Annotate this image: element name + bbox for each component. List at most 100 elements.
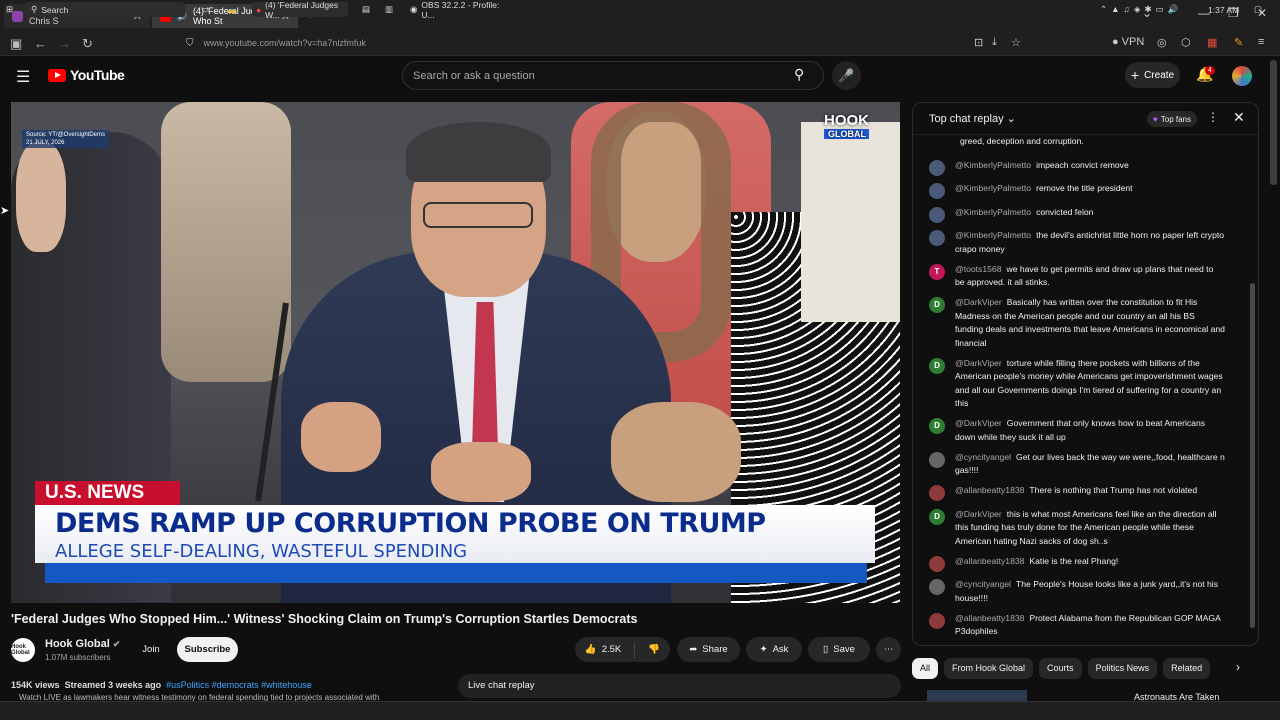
chat-message[interactable]: D @DarkViper torture while filling there p… <box>913 357 1248 411</box>
file-explorer-icon[interactable]: ▬ <box>228 2 237 17</box>
extensions-icon[interactable]: ⬡ <box>1181 36 1191 49</box>
chat-author-name[interactable]: @DarkViper <box>955 509 1002 519</box>
chat-message[interactable]: D @DarkViper Basically has written over th… <box>913 296 1248 350</box>
channel-name[interactable]: Hook Global ✔ <box>45 638 120 650</box>
taskbar-search[interactable]: ⚲ Search <box>25 2 185 17</box>
chat-message[interactable]: @allanbeatty1838 There is nothing that Tr… <box>913 484 1248 501</box>
notifications-icon[interactable]: ▢ <box>1254 2 1262 17</box>
chat-message[interactable]: @KimberlyPalmetto remove the title presid… <box>913 182 1248 199</box>
chat-message[interactable]: C@celestialrose-y1mthat ballroom is for … <box>913 645 1248 646</box>
video-player[interactable]: Source: YT/@OversightDems 21 JULY, 2026 … <box>11 102 900 603</box>
chat-author-avatar[interactable] <box>929 579 945 595</box>
taskbar-app-icon-2[interactable]: ▥ <box>385 2 393 17</box>
filter-chip[interactable]: All <box>912 657 939 679</box>
taskbar-clock[interactable]: 1:37 AM <box>1208 2 1239 17</box>
back-icon[interactable]: ← <box>34 36 47 51</box>
bookmark-star-icon[interactable]: ☆ <box>1011 36 1021 49</box>
windows-start-icon[interactable]: ⊞ <box>6 2 13 17</box>
close-icon[interactable]: ✕ <box>1233 109 1245 126</box>
filter-chip[interactable]: Related <box>1163 657 1211 679</box>
search-icon[interactable]: ⚲ <box>794 66 804 83</box>
chat-author-avatar[interactable]: D <box>929 418 945 434</box>
gift-icon[interactable]: ▦ <box>1207 36 1217 49</box>
filter-chip[interactable]: Courts <box>1039 657 1082 679</box>
like-dislike-group[interactable]: 👍 2.5K 👎 <box>575 637 670 662</box>
ask-button[interactable]: ✦ Ask <box>746 637 802 662</box>
url-field[interactable]: ⛉ www.youtube.com/watch?v=ha7nlzfmfuk <box>178 33 1028 53</box>
browser-menu-icon[interactable]: ≡ <box>1258 36 1264 48</box>
taskbar-app-icon[interactable]: ▤ <box>362 2 370 17</box>
chat-message[interactable]: D @DarkViper Government that only knows ho… <box>913 417 1248 444</box>
hashtags[interactable]: #usPolitics #democrats #whitehouse <box>166 680 312 690</box>
chat-mode-dropdown[interactable]: Top chat replay ⌄ <box>929 112 1016 125</box>
description-meta[interactable]: 154K views Streamed 3 weeks ago #usPolit… <box>11 680 312 690</box>
chat-options-icon[interactable]: ⋮ <box>1207 110 1219 124</box>
live-chat-replay-button[interactable]: Live chat replay <box>458 674 901 698</box>
filter-chip[interactable]: Politics News <box>1087 657 1158 679</box>
sidebar-toggle-icon[interactable]: ▣ <box>10 36 22 52</box>
reload-icon[interactable]: ↻ <box>82 36 93 52</box>
task-view-icon[interactable]: ▭ <box>202 2 210 17</box>
chat-author-avatar[interactable] <box>929 230 945 246</box>
chat-author-avatar[interactable] <box>929 136 945 152</box>
vpn-badge[interactable]: ● VPN <box>1112 36 1144 48</box>
chat-author-avatar[interactable]: D <box>929 297 945 313</box>
chat-author-name[interactable]: @DarkViper <box>955 358 1002 368</box>
save-button[interactable]: ▯ Save <box>808 637 870 662</box>
forward-icon[interactable]: → <box>58 36 71 51</box>
download-icon[interactable]: ⤓ <box>992 36 997 49</box>
chat-author-avatar[interactable] <box>929 485 945 501</box>
chat-message[interactable]: greed, deception and corruption. <box>913 135 1248 152</box>
chat-author-avatar[interactable]: T <box>929 263 945 280</box>
chat-author-name[interactable]: @allanbeatty1838 <box>955 556 1024 566</box>
chat-message[interactable]: @allanbeatty1838 Katie is the real Phang! <box>913 555 1248 572</box>
chat-author-avatar[interactable]: D <box>929 508 945 525</box>
chat-message[interactable]: D @DarkViper this is what most Americans f… <box>913 508 1248 549</box>
page-scrollbar[interactable] <box>1270 60 1277 185</box>
chat-author-name[interactable]: @KimberlyPalmetto <box>955 207 1031 217</box>
chat-author-name[interactable]: @cyncityangel <box>955 452 1011 462</box>
chat-author-avatar[interactable] <box>929 183 945 199</box>
chat-author-avatar[interactable] <box>929 612 945 629</box>
create-button[interactable]: + Create <box>1125 62 1180 88</box>
chevron-right-icon[interactable]: › <box>1236 660 1240 674</box>
site-info-icon[interactable]: ⛉ <box>186 38 194 49</box>
like-icon[interactable]: 👍 <box>585 644 597 655</box>
chat-author-name[interactable]: @KimberlyPalmetto <box>955 230 1031 240</box>
chat-message[interactable]: @cyncityangel The People's House looks li… <box>913 578 1248 605</box>
chat-message[interactable]: @KimberlyPalmetto impeach convict remove <box>913 159 1248 176</box>
chat-author-name[interactable]: @KimberlyPalmetto <box>955 183 1031 193</box>
chat-author-avatar[interactable] <box>929 451 945 468</box>
chat-message[interactable]: @cyncityangel Get our lives back the way … <box>913 451 1248 478</box>
chat-author-avatar[interactable]: D <box>929 357 945 374</box>
chat-message[interactable]: @KimberlyPalmetto convicted felon <box>913 206 1248 223</box>
chat-author-avatar[interactable] <box>929 159 945 176</box>
taskbar-obs-window[interactable]: ◉ OBS 32.2.2 - Profile: U... <box>406 0 506 20</box>
guide-menu-icon[interactable]: ☰ <box>16 67 30 87</box>
more-actions-icon[interactable]: ⋯ <box>876 637 901 662</box>
system-tray-icons[interactable]: ⌃▲♫◈✱▭🔊 <box>1100 2 1182 17</box>
channel-avatar[interactable]: Hook Global <box>11 638 35 662</box>
chat-author-name[interactable]: @allanbeatty1838 <box>955 613 1024 623</box>
chat-author-name[interactable]: @KimberlyPalmetto <box>955 160 1031 170</box>
youtube-logo[interactable]: YouTube <box>48 67 125 83</box>
dislike-icon[interactable]: 👎 <box>648 644 660 655</box>
wallet-icon[interactable]: ✎ <box>1234 36 1243 49</box>
chat-author-avatar[interactable] <box>929 555 945 572</box>
share-button[interactable]: ➦ Share <box>677 637 740 662</box>
chat-message[interactable]: @allanbeatty1838 Protect Alabama from the… <box>913 612 1248 639</box>
chat-message[interactable]: T @toots1568 we have to get permits and dr… <box>913 263 1248 290</box>
chat-author-name[interactable]: @allanbeatty1838 <box>955 485 1024 495</box>
top-fans-badge[interactable]: ♥ Top fans <box>1147 111 1197 127</box>
screenshot-icon[interactable]: ⊡ <box>974 36 983 49</box>
subscribe-button[interactable]: Subscribe <box>177 637 238 662</box>
voice-search-icon[interactable]: 🎤 <box>832 61 861 90</box>
chat-author-name[interactable]: @DarkViper <box>955 418 1002 428</box>
search-input[interactable]: Search or ask a question <box>402 61 824 90</box>
vpn-shield-icon[interactable]: ◎ <box>1157 36 1167 49</box>
join-button[interactable]: Join <box>135 637 167 662</box>
chat-author-name[interactable]: @cyncityangel <box>955 579 1011 589</box>
chat-author-name[interactable]: @toots1568 <box>955 264 1001 274</box>
chat-message[interactable]: @KimberlyPalmetto the devil's antichrist … <box>913 229 1248 256</box>
chat-author-avatar[interactable] <box>929 206 945 223</box>
